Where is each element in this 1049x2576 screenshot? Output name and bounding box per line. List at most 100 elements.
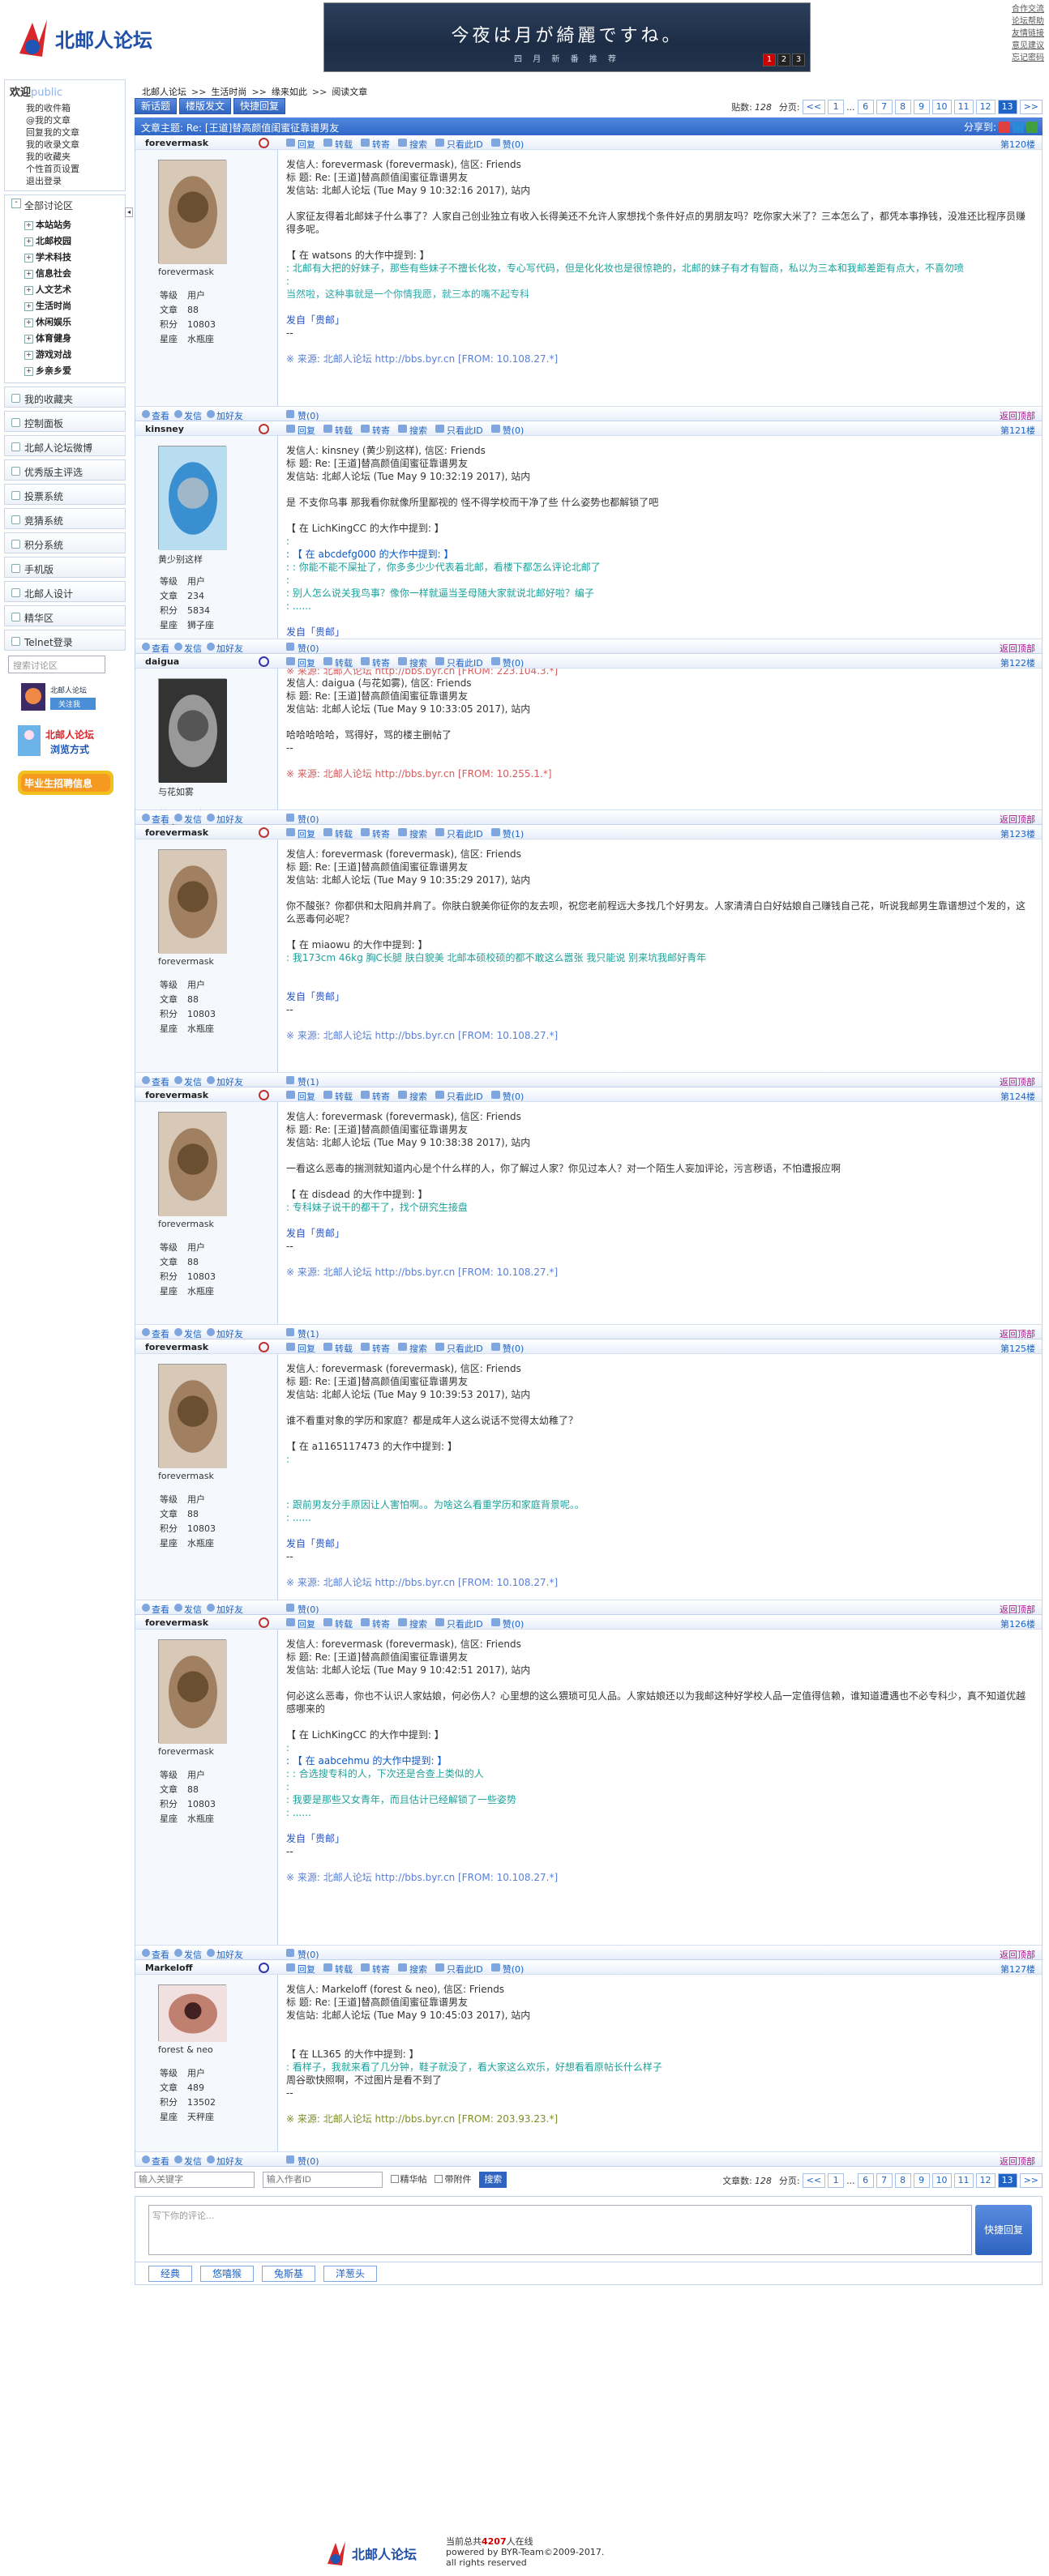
page-link[interactable]: 10	[931, 2173, 952, 2188]
board-link[interactable]: 信息社会	[36, 268, 71, 279]
sidebar-bar[interactable]: 精华区	[4, 605, 126, 626]
post-action-2[interactable]: 转寄	[361, 1963, 390, 1976]
browse-mode-ad[interactable]: 北邮人论坛 浏览方式	[18, 722, 107, 759]
emoji-tab[interactable]: 经典	[148, 2266, 193, 2282]
post-action-5[interactable]: 赞(0)	[490, 656, 524, 669]
post-action-5[interactable]: 赞(0)	[490, 424, 524, 437]
page-link[interactable]: 13	[997, 100, 1017, 114]
post-action-1[interactable]: 转载	[323, 424, 353, 437]
post-action-4[interactable]: 只看此ID	[435, 656, 483, 669]
author-action-1[interactable]: 发信	[174, 2155, 202, 2168]
page-link[interactable]: 12	[975, 2173, 995, 2188]
post-action-1[interactable]: 转载	[323, 1090, 353, 1103]
post-action-0[interactable]: 回复	[286, 138, 315, 151]
floor-number[interactable]: 第121楼	[1000, 424, 1035, 437]
top-link-friends[interactable]: 友情链接	[995, 28, 1044, 40]
post-action-4[interactable]: 只看此ID	[435, 424, 483, 437]
post-action-1[interactable]: 转载	[323, 827, 353, 840]
post-action-4[interactable]: 只看此ID	[435, 1617, 483, 1630]
author-action-2[interactable]: 加好友	[207, 1327, 243, 1340]
author-action-0[interactable]: 查看	[142, 2155, 169, 2168]
author-action-2[interactable]: 加好友	[207, 409, 243, 422]
author-id[interactable]: forevermask	[145, 1342, 208, 1352]
page-link[interactable]: 7	[876, 2173, 893, 2188]
page-link[interactable]: 11	[953, 100, 974, 114]
my-item-link[interactable]: 我的收藏夹	[26, 152, 71, 162]
board-link[interactable]: 本站站务	[36, 220, 71, 230]
sidebar-bar[interactable]: Telnet登录	[4, 630, 126, 651]
author-action-1[interactable]: 发信	[174, 813, 202, 826]
author-id[interactable]: forevermask	[145, 1617, 208, 1628]
top-link-cooperation[interactable]: 合作交流	[995, 3, 1044, 15]
author-action-0[interactable]: 查看	[142, 409, 169, 422]
post-action-3[interactable]: 搜索	[398, 138, 427, 151]
page-link[interactable]: >>	[1019, 100, 1043, 114]
page-link[interactable]: 6	[857, 100, 874, 114]
board-link[interactable]: 北邮校园	[36, 236, 71, 246]
post-action-5[interactable]: 赞(0)	[490, 138, 524, 151]
author-id[interactable]: forevermask	[145, 138, 208, 148]
breadcrumb-item[interactable]: 生活时尚	[211, 87, 246, 97]
all-boards-toggle[interactable]: 全部讨论区	[5, 195, 125, 216]
sidebar-bar[interactable]: 控制面板	[4, 411, 126, 432]
weibo-follow-ad[interactable]: 北邮人论坛 关注我	[18, 681, 107, 714]
author-action-0[interactable]: 查看	[142, 813, 169, 826]
author-id[interactable]: kinsney	[145, 424, 184, 434]
post-action-0[interactable]: 回复	[286, 656, 315, 669]
my-item-link[interactable]: 我的收录文章	[26, 139, 79, 150]
page-link[interactable]: 12	[975, 100, 995, 114]
sidebar-bar[interactable]: 竞猜系统	[4, 508, 126, 529]
post-action-2[interactable]: 转寄	[361, 1090, 390, 1103]
back-to-top-link[interactable]: 返回顶部	[1000, 813, 1035, 826]
post-action-0[interactable]: 回复	[286, 827, 315, 840]
my-item-link[interactable]: @我的文章	[26, 115, 71, 126]
post-action-3[interactable]: 搜索	[398, 1617, 427, 1630]
post-action-3[interactable]: 搜索	[398, 1090, 427, 1103]
board-link[interactable]: 生活时尚	[36, 301, 71, 311]
post-action-2[interactable]: 转寄	[361, 424, 390, 437]
author-action-2[interactable]: 加好友	[207, 813, 243, 826]
quick-reply-button[interactable]: 快捷回复	[233, 98, 286, 114]
banner-page-3[interactable]: 3	[792, 53, 805, 66]
author-action-1[interactable]: 发信	[174, 409, 202, 422]
breadcrumb-item[interactable]: 北邮人论坛	[142, 87, 186, 97]
page-link[interactable]: <<	[802, 2173, 826, 2188]
author-input[interactable]	[262, 2172, 383, 2188]
sidebar-bar[interactable]: 投票系统	[4, 484, 126, 505]
board-link[interactable]: 乡亲乡爱	[36, 365, 71, 376]
back-to-top-link[interactable]: 返回顶部	[1000, 642, 1035, 655]
author-action-0[interactable]: 查看	[142, 1075, 169, 1088]
board-post-button[interactable]: 楼版发文	[179, 98, 232, 114]
page-link[interactable]: 13	[997, 2173, 1017, 2188]
site-logo[interactable]: 北邮人论坛	[15, 11, 165, 68]
sidebar-bar[interactable]: 北邮人论坛微博	[4, 435, 126, 456]
page-link[interactable]: 9	[913, 2173, 930, 2188]
post-action-4[interactable]: 只看此ID	[435, 1090, 483, 1103]
floor-number[interactable]: 第122楼	[1000, 656, 1035, 669]
post-action-3[interactable]: 搜索	[398, 656, 427, 669]
sidebar-collapse-button[interactable]: ◂	[125, 207, 133, 217]
top-link-help[interactable]: 论坛帮助	[995, 15, 1044, 28]
author-action-1[interactable]: 发信	[174, 1075, 202, 1088]
page-link[interactable]: 8	[894, 2173, 911, 2188]
author-action-1[interactable]: 发信	[174, 1327, 202, 1340]
post-action-2[interactable]: 转寄	[361, 138, 390, 151]
post-action-0[interactable]: 回复	[286, 1342, 315, 1355]
author-action-0[interactable]: 查看	[142, 1603, 169, 1616]
page-link[interactable]: <<	[802, 100, 826, 114]
banner-page-2[interactable]: 2	[777, 53, 790, 66]
emoji-tab[interactable]: 悠嘻猴	[200, 2266, 255, 2282]
floor-number[interactable]: 第124楼	[1000, 1090, 1035, 1103]
post-action-4[interactable]: 只看此ID	[435, 1342, 483, 1355]
post-action-1[interactable]: 转载	[323, 1617, 353, 1630]
page-link[interactable]: 9	[913, 100, 930, 114]
sidebar-bar[interactable]: 北邮人设计	[4, 581, 126, 602]
page-link[interactable]: 7	[876, 100, 893, 114]
author-action-0[interactable]: 查看	[142, 1948, 169, 1961]
post-action-4[interactable]: 只看此ID	[435, 827, 483, 840]
board-search-input[interactable]: 搜索讨论区	[8, 656, 105, 673]
quick-reply-submit[interactable]: 快捷回复	[975, 2205, 1032, 2255]
page-link[interactable]: 11	[953, 2173, 974, 2188]
reply-textarea[interactable]: 写下你的评论...	[148, 2205, 972, 2255]
new-topic-button[interactable]: 新话题	[135, 98, 178, 114]
